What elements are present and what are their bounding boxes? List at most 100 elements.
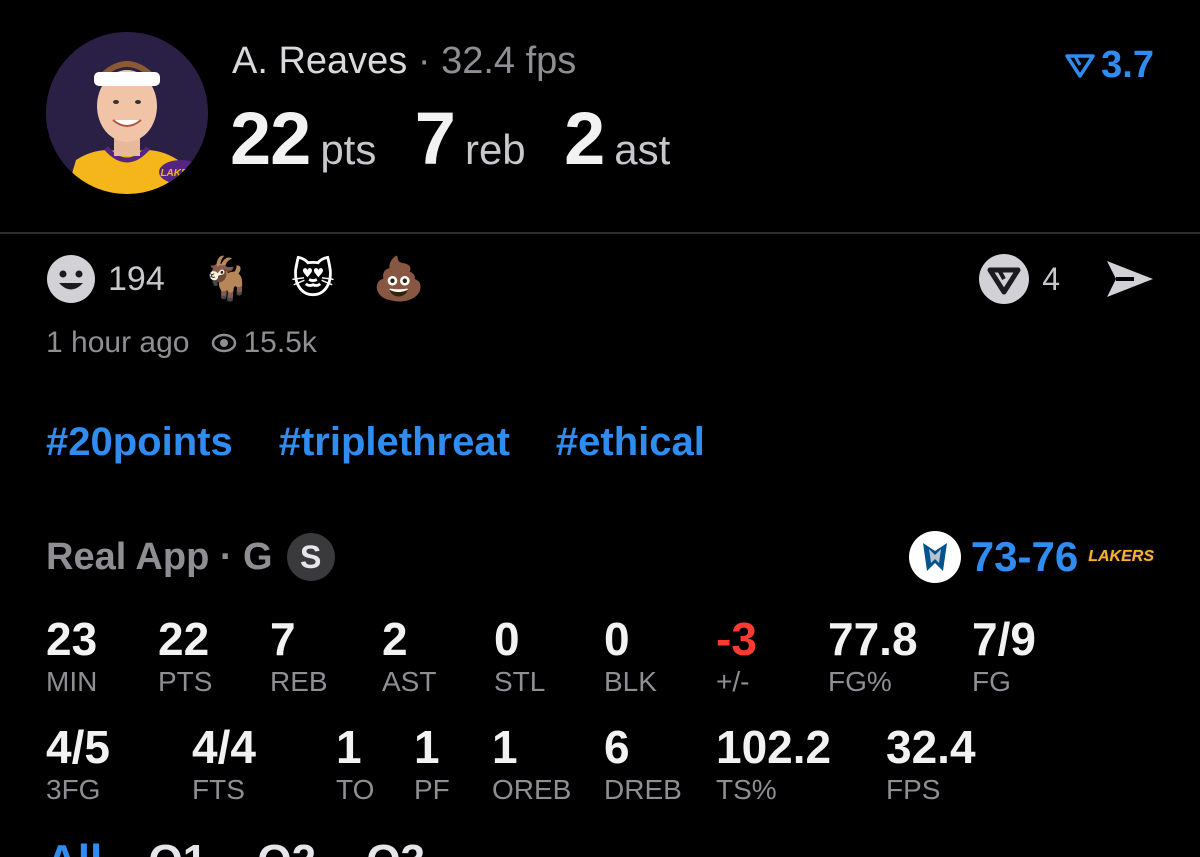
poop-emoji[interactable]: 💩: [373, 258, 425, 300]
statline-points-unit: pts: [320, 126, 377, 173]
stat-label: MIN: [46, 666, 98, 697]
stat-fts: 4/4 FTS: [192, 720, 256, 806]
stat-label: BLK: [604, 666, 657, 697]
comment-icon[interactable]: [978, 253, 1030, 305]
game-score[interactable]: 73-76 LAKERS: [908, 531, 1154, 583]
score-text: 73-76: [970, 533, 1079, 580]
player-name[interactable]: A. Reaves: [232, 40, 407, 82]
statline-assists-value: 2: [564, 97, 605, 180]
stat-value: 0: [494, 613, 520, 665]
post-meta: 1 hour ago 15.5k: [46, 326, 317, 360]
game-label: Real App · G S: [46, 533, 335, 581]
stat-value: 32.4: [886, 721, 976, 773]
header-divider: [0, 232, 1200, 234]
rating-value: 3.7: [1101, 44, 1154, 86]
stat-blk: 0 BLK: [604, 612, 657, 698]
eye-icon: [212, 333, 237, 353]
stat-pts: 22 PTS: [158, 612, 212, 698]
comment-count: 4: [1042, 260, 1060, 297]
stat-fg: 7/9 FG: [972, 612, 1036, 698]
goat-emoji[interactable]: 🐐: [201, 258, 253, 300]
stat-label: DREB: [604, 774, 682, 805]
quarter-tab-all[interactable]: All: [46, 836, 102, 857]
stat-ts-pct: 102.2 TS%: [716, 720, 831, 806]
statline-rebounds-unit: reb: [464, 126, 526, 173]
stat-value: 1: [336, 721, 362, 773]
heart-eyes-cat-emoji[interactable]: 😻: [291, 258, 335, 300]
stat-value: 1: [492, 721, 518, 773]
stat-pf: 1 PF: [414, 720, 450, 806]
hashtags: #20points #triplethreat #ethical: [46, 420, 705, 465]
stat-label: PF: [414, 774, 450, 805]
stat-value: 4/5: [46, 721, 110, 773]
stat-oreb: 1 OREB: [492, 720, 571, 806]
stat-fps: 32.4 FPS: [886, 720, 976, 806]
reaction-count: 194: [108, 259, 165, 298]
stat-label: OREB: [492, 774, 572, 805]
hashtag-link[interactable]: #20points: [46, 420, 233, 465]
stat-value: 4/4: [192, 721, 256, 773]
stat-to: 1 TO: [336, 720, 374, 806]
smiley-reaction-icon[interactable]: [46, 254, 96, 304]
hashtag-link[interactable]: #triplethreat: [279, 420, 510, 465]
stat-label: 3FG: [46, 774, 101, 805]
stat-label: PTS: [158, 666, 213, 697]
post-actions: 4: [978, 254, 1156, 304]
rating-badge[interactable]: 3.7: [1065, 44, 1154, 87]
player-statline: 22 pts 7 reb 2 ast: [230, 96, 704, 181]
stat-min: 23 MIN: [46, 612, 97, 698]
quarter-tab[interactable]: Q1: [148, 836, 207, 857]
stat-label: FTS: [192, 774, 245, 805]
stat-value: 7/9: [972, 613, 1036, 665]
stat-value: 23: [46, 613, 98, 665]
game-header: Real App · G S 73-76 LAKERS: [46, 531, 1154, 583]
stat-reb: 7 REB: [270, 612, 328, 698]
post-time-ago: 1 hour ago: [46, 326, 190, 359]
stat-value: -3: [716, 613, 757, 665]
svg-text:LAKERS: LAKERS: [160, 168, 201, 179]
stat-ast: 2 AST: [382, 612, 436, 698]
stat-label: REB: [270, 666, 328, 697]
game-source-label: Real App · G: [46, 535, 273, 578]
statline-assists-unit: ast: [614, 126, 671, 173]
stat-3fg: 4/5 3FG: [46, 720, 110, 806]
stat-label: FPS: [886, 774, 941, 805]
rating-triangle-icon: [1065, 53, 1095, 78]
stat-fg-pct: 77.8 FG%: [828, 612, 918, 698]
stat-value: 1: [414, 721, 440, 773]
quarter-filter-row: All Q1 Q2 Q3: [46, 836, 463, 857]
name-separator: ·: [417, 40, 431, 82]
stat-label: TO: [336, 774, 375, 805]
player-name-row: A. Reaves · 32.4 fps: [232, 40, 576, 83]
player-avatar[interactable]: LAKERS: [46, 32, 208, 194]
quarter-tab[interactable]: Q2: [257, 836, 316, 857]
stat-plus-minus: -3 +/-: [716, 612, 757, 698]
statline-points-value: 22: [230, 97, 311, 180]
starter-badge: S: [286, 533, 335, 581]
stat-value: 0: [604, 613, 630, 665]
stat-value: 6: [604, 721, 630, 773]
lakers-logo-icon: LAKERS: [1088, 548, 1154, 565]
player-fps: 32.4 fps: [441, 40, 577, 82]
stat-label: STL: [494, 666, 546, 697]
stat-label: +/-: [716, 666, 750, 697]
player-photo: LAKERS: [46, 32, 208, 194]
mavericks-logo-icon: [908, 531, 961, 583]
stat-value: 7: [270, 613, 296, 665]
quarter-tab[interactable]: Q3: [366, 836, 425, 857]
view-count: 15.5k: [211, 326, 317, 360]
stat-stl: 0 STL: [494, 612, 545, 698]
view-count-value: 15.5k: [243, 326, 317, 359]
stat-value: 2: [382, 613, 408, 665]
stat-label: TS%: [716, 774, 777, 805]
hashtag-link[interactable]: #ethical: [556, 420, 705, 465]
reactions-row: 194 🐐 😻 💩: [46, 254, 463, 304]
stat-value: 77.8: [828, 613, 918, 665]
share-send-icon[interactable]: [1104, 257, 1156, 301]
stat-value: 102.2: [716, 721, 832, 773]
statline-rebounds-value: 7: [414, 97, 456, 180]
stat-label: AST: [382, 666, 437, 697]
stat-label: FG: [972, 666, 1011, 697]
stat-label: FG%: [828, 666, 892, 697]
stat-dreb: 6 DREB: [604, 720, 682, 806]
